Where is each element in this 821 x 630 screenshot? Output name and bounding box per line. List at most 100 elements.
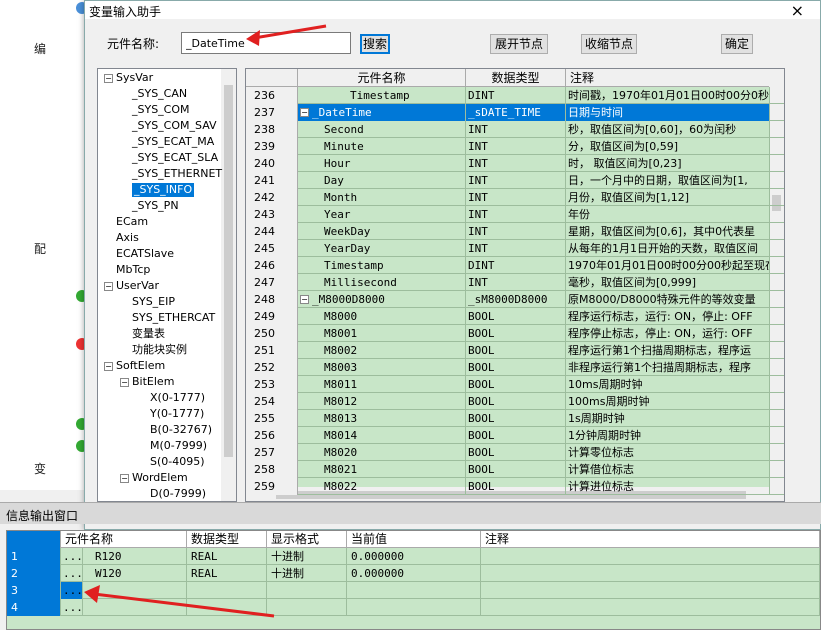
grid-row[interactable]: 248 _M8000D8000 _sM8000D8000 原M8000/D8000特殊… xyxy=(246,291,784,308)
tree-toggle-icon[interactable]: − xyxy=(104,362,113,371)
grid-row[interactable]: 256 M8014 BOOL 1分钟周期时钟 xyxy=(246,427,784,444)
tree-item[interactable]: B(0-32767) xyxy=(150,423,212,437)
tree-item[interactable]: _SYS_ECAT_MA xyxy=(132,135,214,149)
cell-comment: 时间戳，1970年01月01日00时00分0秒 xyxy=(568,87,770,104)
grid-row[interactable]: 250 M8001 BOOL 程序停止标志，停止: ON，运行: OFF xyxy=(246,325,784,342)
tree-toggle-icon[interactable]: − xyxy=(120,378,129,387)
bg-label-3: 变 xyxy=(34,462,47,476)
grid-row[interactable]: 257 M8020 BOOL 计算零位标志 xyxy=(246,444,784,461)
tree-item[interactable]: _SYS_INFO xyxy=(132,183,195,197)
grid-row[interactable]: 247 Millisecond INT 毫秒，取值区间为[0,999] xyxy=(246,274,784,291)
watch-col-value[interactable]: 当前值 xyxy=(347,531,481,548)
ok-button[interactable]: 确定 xyxy=(721,34,753,54)
grid-row[interactable]: 254 M8012 BOOL 100ms周期时钟 xyxy=(246,393,784,410)
tree-item[interactable]: 功能块实例 xyxy=(132,343,187,357)
tree-item[interactable]: D(0-7999) xyxy=(150,487,206,501)
watch-col-format[interactable]: 显示格式 xyxy=(267,531,347,548)
tree-item[interactable]: Y(0-1777) xyxy=(150,407,204,421)
col-data-type[interactable]: 数据类型 xyxy=(466,69,566,87)
tree-toggle-icon[interactable]: − xyxy=(104,74,113,83)
cell-comment: 1分钟周期时钟 xyxy=(566,427,770,444)
watch-col-name[interactable]: 元件名称 xyxy=(61,531,187,548)
cell-type: BOOL xyxy=(466,325,566,342)
browse-button[interactable]: ... xyxy=(61,565,83,582)
watch-col-comment[interactable]: 注释 xyxy=(481,531,820,548)
row-number: 247 xyxy=(246,274,298,291)
grid-row[interactable]: 258 M8021 BOOL 计算借位标志 xyxy=(246,461,784,478)
grid-row[interactable]: 238 Second INT 秒，取值区间为[0,60]，60为闰秒 xyxy=(246,121,784,138)
watch-cell-value: 0.000000 xyxy=(347,548,481,565)
tree-item[interactable]: _SYS_COM_SAV xyxy=(132,119,217,133)
tree-item[interactable]: X(0-1777) xyxy=(150,391,205,405)
element-name-label: 元件名称: xyxy=(107,37,160,51)
row-number: 251 xyxy=(246,342,298,359)
col-element-name[interactable]: 元件名称 xyxy=(298,69,466,87)
watch-cell-format: 十进制 xyxy=(267,565,347,582)
tree-item[interactable]: _SYS_ECAT_SLA xyxy=(132,151,218,165)
tree-item[interactable]: UserVar xyxy=(116,279,159,293)
grid-row[interactable]: 242 Month INT 月份，取值区间为[1,12] xyxy=(246,189,784,206)
tree-item[interactable]: _SYS_COM xyxy=(132,103,190,117)
grid-row[interactable]: 251 M8002 BOOL 程序运行第1个扫描周期标志，程序运 xyxy=(246,342,784,359)
tree-item[interactable]: SysVar xyxy=(116,71,153,85)
watch-cell-comment xyxy=(481,565,820,582)
tree-toggle-icon[interactable]: − xyxy=(120,474,129,483)
tree-item[interactable]: WordElem xyxy=(132,471,188,485)
watch-cell-comment xyxy=(481,599,820,616)
watch-col-type[interactable]: 数据类型 xyxy=(187,531,267,548)
tree-scroll-thumb[interactable] xyxy=(224,85,233,457)
grid-row[interactable]: 249 M8000 BOOL 程序运行标志，运行: ON，停止: OFF xyxy=(246,308,784,325)
cell-name: _M8000D8000 xyxy=(298,291,466,308)
watch-row[interactable]: 2... W120 REAL 十进制 0.000000 xyxy=(7,565,820,582)
grid-row[interactable]: 259 M8022 BOOL 计算进位标志 xyxy=(246,478,784,495)
tree-item[interactable]: SYS_ETHERCAT xyxy=(132,311,215,325)
tree-item[interactable]: BitElem xyxy=(132,375,174,389)
browse-button[interactable]: ... xyxy=(61,548,83,565)
tree-toggle-icon[interactable]: − xyxy=(104,282,113,291)
cell-comment: 程序运行标志，运行: ON，停止: OFF xyxy=(566,308,770,325)
variable-grid[interactable]: 元件名称 数据类型 注释 236 Timestamp DINT 时间戳，1970年01… xyxy=(245,68,785,502)
tree-item[interactable]: _SYS_PN xyxy=(132,199,179,213)
cell-comment: 毫秒，取值区间为[0,999] xyxy=(566,274,770,291)
tree-item[interactable]: M(0-7999) xyxy=(150,439,207,453)
tree-item[interactable]: SoftElem xyxy=(116,359,165,373)
close-icon[interactable]: × xyxy=(791,1,804,20)
tree-item[interactable]: MbTcp xyxy=(116,263,150,277)
variable-input-dialog: 变量输入助手 × 元件名称: 搜索 展开节点 收缩节点 确定 −SysVar_S… xyxy=(84,0,821,530)
watch-cell-comment xyxy=(481,548,820,565)
grid-row[interactable]: 245 YearDay INT 从每年的1月1日开始的天数，取值区间 xyxy=(246,240,784,257)
grid-row[interactable]: 255 M8013 BOOL 1s周期时钟 xyxy=(246,410,784,427)
tree-item[interactable]: Axis xyxy=(116,231,139,245)
expand-nodes-button[interactable]: 展开节点 xyxy=(490,34,548,54)
tree-item[interactable]: ECam xyxy=(116,215,148,229)
tree-item[interactable]: SYS_EIP xyxy=(132,295,175,309)
row-toggle-icon[interactable]: − xyxy=(300,108,309,117)
grid-row[interactable]: 244 WeekDay INT 星期，取值区间为[0,6]，其中0代表星 xyxy=(246,223,784,240)
grid-row[interactable]: 240 Hour INT 时， 取值区间为[0,23] xyxy=(246,155,784,172)
tree-item[interactable]: _SYS_CAN xyxy=(132,87,187,101)
tree-item[interactable]: S(0-4095) xyxy=(150,455,205,469)
col-comment[interactable]: 注释 xyxy=(566,69,770,87)
tree-item[interactable]: ECATSlave xyxy=(116,247,174,261)
row-toggle-icon[interactable]: − xyxy=(300,295,309,304)
tree-item[interactable]: 变量表 xyxy=(132,327,165,341)
tree-scrollbar[interactable] xyxy=(221,69,236,501)
cell-comment: 时， 取值区间为[0,23] xyxy=(566,155,770,172)
grid-row[interactable]: 253 M8011 BOOL 10ms周期时钟 xyxy=(246,376,784,393)
collapse-nodes-button[interactable]: 收缩节点 xyxy=(581,34,637,54)
grid-row[interactable]: 243 Year INT 年份 xyxy=(246,206,784,223)
grid-row[interactable]: 239 Minute INT 分，取值区间为[0,59] xyxy=(246,138,784,155)
cell-name: M8013 xyxy=(298,410,466,427)
variable-tree[interactable]: − SysVar _SYS_CAN _SYS_COM _SYS_COM_SAV _SYS_… xyxy=(97,68,237,502)
grid-row[interactable]: 246 Timestamp DINT 1970年01月01日00时00分00秒起至现在 xyxy=(246,257,784,274)
grid-row[interactable]: 236 Timestamp DINT 时间戳，1970年01月01日00时00分0秒 xyxy=(246,87,784,104)
grid-row[interactable]: 252 M8003 BOOL 非程序运行第1个扫描周期标志，程序 xyxy=(246,359,784,376)
tree-item[interactable]: _SYS_ETHERNET xyxy=(132,167,222,181)
watch-row[interactable]: 1... R120 REAL 十进制 0.000000 xyxy=(7,548,820,565)
grid-row[interactable]: 237 _DateTime _sDATE_TIME 日期与时间 − xyxy=(246,104,784,121)
cell-name: M8012 xyxy=(298,393,466,410)
search-button[interactable]: 搜索 xyxy=(360,34,390,54)
cell-type: INT xyxy=(466,155,566,172)
grid-row[interactable]: 241 Day INT 日，一个月中的日期，取值区间为[1, xyxy=(246,172,784,189)
annotation-arrow-row xyxy=(84,585,275,618)
